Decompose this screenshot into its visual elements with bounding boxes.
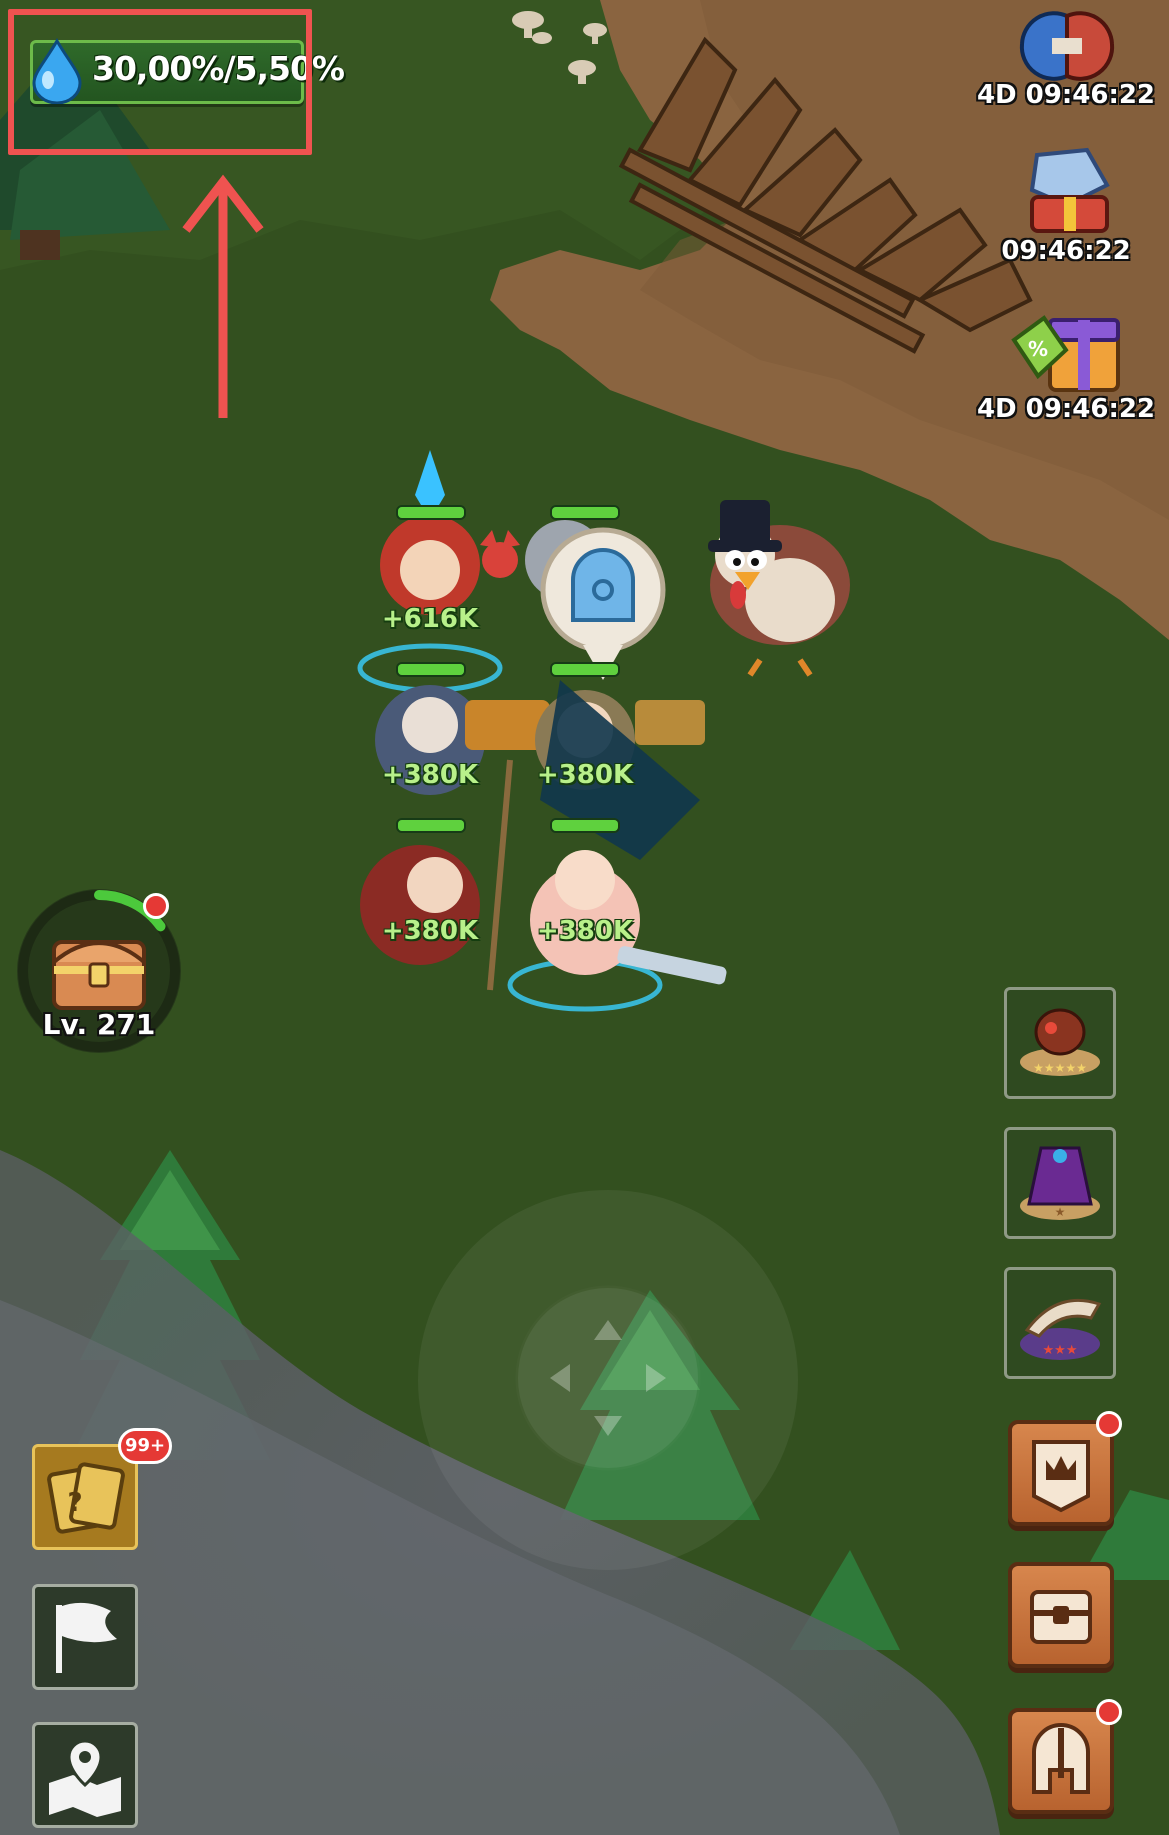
hero-power-gain: +380K [381, 760, 479, 790]
hp-fill [552, 820, 618, 831]
crystal-gift-icon[interactable] [1012, 145, 1122, 241]
event-timer: 4D 09:46:22 [976, 394, 1156, 424]
hero-power-gain: +616K [381, 604, 479, 634]
notification-badge: 99+ [118, 1428, 173, 1464]
hp-fill [398, 664, 464, 675]
spartan-helmet-icon [1032, 1723, 1090, 1794]
hero-hp-bar [550, 818, 620, 833]
mystery-cards-icon: ? [47, 1462, 125, 1534]
svg-text:?: ? [67, 1488, 82, 1518]
hero-hp-bar [550, 505, 620, 520]
treasure-chest-icon [1030, 1590, 1092, 1644]
svg-text:★: ★ [1055, 1205, 1066, 1219]
svg-text:%: % [1028, 337, 1048, 361]
hero-power-gain: +380K [536, 760, 634, 790]
hero-hp-bar [396, 505, 466, 520]
hero-power-gain: +380K [536, 916, 634, 946]
map-button[interactable] [32, 1722, 138, 1828]
event-timer: 09:46:22 [1001, 236, 1131, 266]
treasure-chest-icon [52, 940, 146, 1010]
heroes-button[interactable] [1008, 1708, 1114, 1814]
arrow-up-icon [182, 174, 264, 418]
hero-hp-bar [550, 662, 620, 677]
highlight-annotation-box [8, 9, 312, 155]
hero-hp-bar [396, 818, 466, 833]
purple-cloak-icon: ★ [1020, 1146, 1100, 1220]
discount-gift-icon[interactable]: % [1008, 300, 1124, 400]
hp-fill [398, 507, 464, 518]
notification-dot [143, 893, 169, 919]
notification-dot [1096, 1699, 1122, 1725]
svg-text:★★★: ★★★ [1043, 1343, 1078, 1358]
hp-fill [398, 820, 464, 831]
flag-button[interactable] [32, 1584, 138, 1690]
virtual-joystick[interactable] [418, 1190, 798, 1570]
warriors-clash-icon[interactable] [1012, 4, 1122, 86]
hp-fill [552, 664, 618, 675]
treasury-button[interactable] [1008, 1562, 1114, 1668]
equipment-slot[interactable]: ★ [1004, 1127, 1116, 1239]
notification-dot [1096, 1411, 1122, 1437]
horn-icon: ★★★ [1020, 1298, 1102, 1360]
beetle-relic-icon: ★★★★★ [1020, 1008, 1100, 1076]
svg-text:★★★★★: ★★★★★ [1033, 1061, 1087, 1075]
hero-power-gain: +380K [381, 916, 479, 946]
cards-button[interactable]: ? [32, 1444, 138, 1550]
crown-banner-icon [1032, 1440, 1090, 1513]
flag-icon [56, 1602, 117, 1673]
equipment-slot[interactable]: ★★★ [1004, 1267, 1116, 1379]
guild-button[interactable] [1008, 1420, 1114, 1526]
event-timer: 4D 09:46:22 [976, 80, 1156, 110]
hp-fill [552, 507, 618, 518]
map-pin-icon [49, 1739, 121, 1817]
hero-hp-bar [396, 662, 466, 677]
chest-level-label: Lv. 271 [42, 1008, 156, 1041]
equipment-slot[interactable]: ★★★★★ [1004, 987, 1116, 1099]
